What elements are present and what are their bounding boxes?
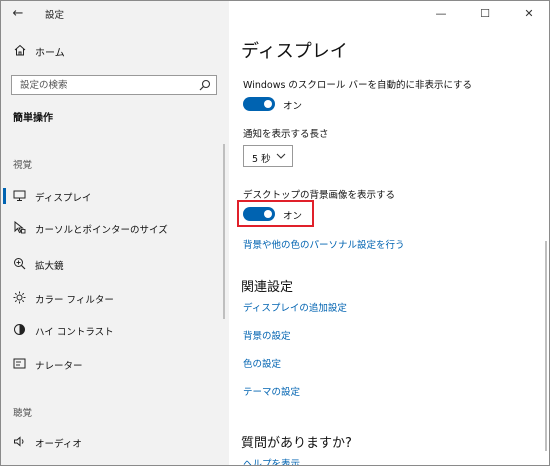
sidebar-item-high-contrast[interactable]: ハイ コントラスト [1, 317, 223, 343]
related-link-theme[interactable]: テーマの設定 [243, 384, 300, 398]
scrollbar-toggle[interactable] [243, 97, 275, 111]
window-controls: — ☐ ✕ [421, 1, 549, 27]
related-link-color[interactable]: 色の設定 [243, 356, 281, 370]
sidebar-item-label: ハイ コントラスト [35, 327, 114, 338]
sidebar-scrollbar[interactable] [223, 144, 225, 319]
app-title: 設定 [45, 10, 65, 21]
questions-heading: 質問がありますか? [241, 436, 352, 451]
magnifier-icon [14, 258, 26, 270]
related-link-background[interactable]: 背景の設定 [243, 328, 291, 342]
main-content: — ☐ ✕ ディスプレイ Windows のスクロール バーを自動的に非表示にす… [229, 1, 549, 465]
main-scrollbar[interactable] [545, 241, 547, 451]
scrollbar-toggle-state: オン [283, 101, 303, 112]
sidebar-item-home[interactable]: ホーム [1, 39, 229, 63]
sidebar-item-color-filter[interactable]: カラー フィルター [1, 285, 223, 311]
sidebar-item-magnifier[interactable]: 拡大鏡 [1, 251, 223, 277]
sidebar-item-label: ホーム [35, 48, 65, 59]
close-button[interactable]: ✕ [509, 5, 549, 23]
sidebar-item-display[interactable]: ディスプレイ [1, 183, 223, 209]
notification-duration-dropdown[interactable]: 5 秒 [243, 145, 293, 167]
page-title: ディスプレイ [241, 41, 348, 62]
sidebar-item-label: ディスプレイ [35, 193, 92, 204]
title-bar: ← 設定 [1, 1, 229, 29]
background-setting-label: デスクトップの背景画像を表示する [243, 190, 396, 201]
maximize-button[interactable]: ☐ [465, 5, 505, 23]
sidebar-item-label: オーディオ [35, 439, 82, 450]
narrator-icon [13, 358, 26, 369]
high-contrast-icon [14, 324, 25, 335]
group-label-hearing: 聴覚 [13, 408, 33, 419]
sidebar-item-label: 拡大鏡 [35, 261, 64, 272]
help-link[interactable]: ヘルプを表示 [243, 456, 300, 465]
sidebar-item-label: カラー フィルター [35, 295, 114, 306]
group-label-vision: 視覚 [13, 160, 33, 171]
color-filter-icon [13, 291, 26, 304]
home-icon [14, 44, 26, 56]
search-icon[interactable] [199, 79, 211, 91]
sidebar-item-label: カーソルとポインターのサイズ [35, 225, 168, 236]
minimize-button[interactable]: — [421, 5, 461, 23]
monitor-icon [13, 190, 26, 201]
background-toggle[interactable] [243, 207, 275, 221]
sidebar-item-audio[interactable]: オーディオ [1, 429, 223, 455]
search-input[interactable] [12, 76, 192, 94]
speaker-icon [14, 436, 24, 447]
sidebar-item-cursor[interactable]: カーソルとポインターのサイズ [1, 215, 223, 241]
back-button[interactable]: ← [7, 4, 29, 24]
sidebar-item-narrator[interactable]: ナレーター [1, 351, 223, 377]
search-box [11, 75, 217, 95]
dropdown-value: 5 秒 [252, 154, 271, 165]
settings-window: ← 設定 ホーム 簡単操作 視覚 ディスプレイ [0, 0, 550, 466]
scrollbar-setting-label: Windows のスクロール バーを自動的に非表示にする [243, 80, 473, 91]
related-link-display[interactable]: ディスプレイの追加設定 [243, 300, 347, 314]
notification-duration-label: 通知を表示する長さ [243, 129, 329, 140]
related-settings-heading: 関連設定 [241, 280, 294, 295]
personalize-link[interactable]: 背景や他の色のパーソナル設定を行う [243, 237, 405, 251]
section-heading: 簡単操作 [13, 113, 53, 124]
chevron-down-icon [276, 153, 286, 159]
background-toggle-state: オン [283, 211, 303, 222]
sidebar: ← 設定 ホーム 簡単操作 視覚 ディスプレイ [1, 1, 229, 465]
cursor-icon [14, 221, 26, 234]
sidebar-item-label: ナレーター [35, 361, 83, 372]
